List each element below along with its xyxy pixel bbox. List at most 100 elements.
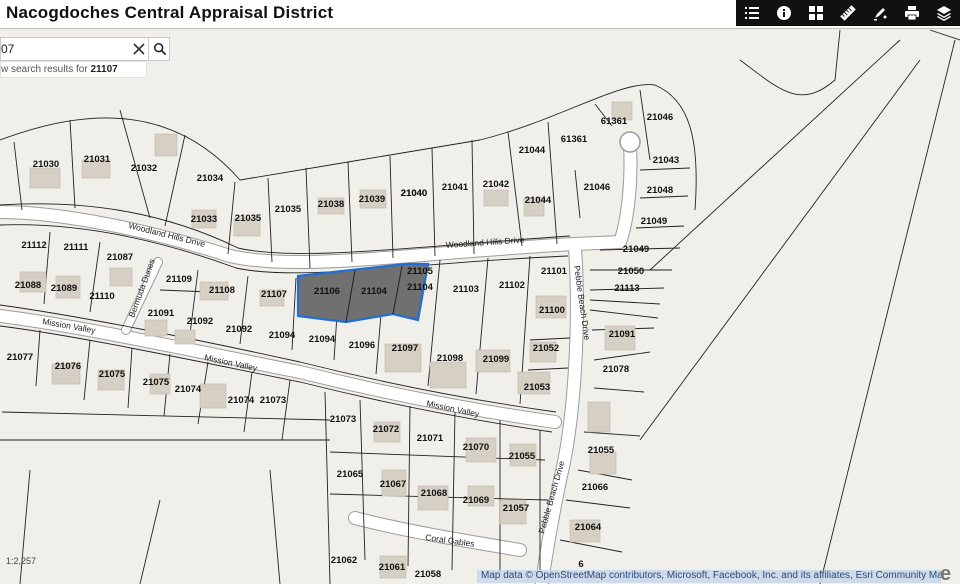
parcel-label: 21046 — [584, 182, 610, 193]
parcel-label: 21107 — [261, 289, 287, 300]
search-suggestion-prefix: w search results for — [1, 64, 91, 75]
clear-icon[interactable] — [131, 41, 147, 57]
print-icon[interactable] — [896, 0, 928, 26]
parcel-label: 21064 — [575, 522, 602, 533]
parcel-label: 21038 — [318, 199, 344, 210]
parcel-label: 21033 — [191, 214, 217, 225]
parcel-label: 21049 — [623, 244, 649, 255]
parcel-label: 21100 — [539, 305, 565, 316]
parcel-label: 61361 — [561, 134, 588, 145]
parcel-label: 21075 — [99, 369, 126, 380]
parcel-label: 21065 — [337, 469, 364, 480]
parcel-label: 21071 — [417, 433, 444, 444]
parcel-label: 21049 — [641, 216, 667, 227]
parcel-label: 21094 — [269, 330, 296, 341]
search-icon — [153, 42, 167, 56]
parcel-label: 21061 — [379, 562, 406, 573]
parcel-label: 21050 — [618, 266, 644, 277]
parcel-label: 21058 — [415, 569, 441, 580]
app-title: Nacogdoches Central Appraisal District — [6, 3, 334, 22]
parcel-label: 21091 — [148, 308, 175, 319]
parcel-label: 21099 — [483, 354, 509, 365]
parcel-label: 21103 — [453, 284, 479, 295]
parcel-label: 21074 — [175, 384, 202, 395]
app-header: Nacogdoches Central Appraisal District — [0, 0, 960, 29]
parcel-label: 21108 — [209, 285, 235, 296]
map-view[interactable]: Woodland Hills Drive Woodland Hills Driv… — [0, 29, 960, 584]
info-icon[interactable] — [768, 0, 800, 26]
parcel-label: 21096 — [349, 340, 375, 351]
search-input[interactable] — [1, 38, 121, 60]
parcel-label: 21052 — [533, 343, 559, 354]
parcel-label: 21104 — [361, 286, 388, 297]
measure-ruler-icon[interactable] — [832, 0, 864, 26]
parcel-label: 21078 — [603, 364, 629, 375]
parcel-label: 21055 — [588, 445, 615, 456]
parcel-label: 21035 — [275, 204, 302, 215]
parcel-label: 21030 — [33, 159, 59, 170]
parcel-label: 21069 — [463, 495, 489, 506]
parcel-label: 21041 — [442, 182, 469, 193]
search-button[interactable] — [148, 38, 171, 60]
parcel-label: 21068 — [421, 488, 447, 499]
parcel-label: 21111 — [64, 242, 90, 253]
scale-readout: 1:2,257 — [6, 556, 37, 566]
parcel-label: 21104 — [407, 282, 434, 293]
parcel-label: 21073 — [260, 395, 286, 406]
esri-logo: e — [940, 563, 951, 584]
parcel-label: 21040 — [401, 188, 427, 199]
svg-text:e: e — [940, 563, 951, 584]
parcel-label: 21057 — [503, 503, 529, 514]
parcel-label: 21098 — [437, 353, 463, 364]
parcel-label: 21032 — [131, 163, 157, 174]
parcel-label: 21109 — [166, 274, 192, 285]
parcel-label: 21062 — [331, 555, 357, 566]
search-suggestion[interactable]: w search results for 21107 — [0, 61, 147, 78]
parcel-label: 21070 — [463, 442, 489, 453]
parcel-label: 21106 — [314, 286, 340, 297]
parcel-label: 21094 — [309, 334, 336, 345]
toolbar — [736, 0, 960, 26]
draw-tool-icon[interactable] — [864, 0, 896, 26]
parcel-label: 21043 — [653, 155, 679, 166]
parcel-label: 21092 — [226, 324, 252, 335]
parcel-label: 21046 — [647, 112, 673, 123]
parcel-label: 21067 — [380, 479, 406, 490]
parcel-label: 21102 — [499, 280, 525, 291]
parcel-label: 21088 — [15, 280, 41, 291]
parcel-label: 21075 — [143, 377, 170, 388]
parcel-label: 21055 — [509, 451, 536, 462]
parcel-label: 61361 — [601, 116, 628, 127]
grid-basemap-icon[interactable] — [800, 0, 832, 26]
parcel-label: 21044 — [525, 195, 552, 206]
parcel-label: 21053 — [524, 382, 550, 393]
parcel-label: 21112 — [21, 240, 46, 251]
parcel-label: 21076 — [55, 361, 81, 372]
search-suggestion-term: 21107 — [90, 64, 118, 75]
parcel-label: 21074 — [228, 395, 255, 406]
parcel-label: 21066 — [582, 482, 608, 493]
parcel-label: 21073 — [330, 414, 356, 425]
parcel-label: 21042 — [483, 179, 509, 190]
search-box — [0, 37, 170, 61]
map-attribution[interactable]: Map data © OpenStreetMap contributors, M… — [477, 570, 941, 583]
parcel-label: 21097 — [392, 343, 418, 354]
parcel-label: 21089 — [51, 283, 77, 294]
parcel-label: 21077 — [7, 352, 33, 363]
parcel-label: 21110 — [89, 291, 114, 302]
parcel-label: 21113 — [614, 283, 639, 294]
parcel-label: 21039 — [359, 194, 385, 205]
parcel-label: 21087 — [107, 252, 133, 263]
parcel-label: 21031 — [84, 154, 111, 165]
parcel-label: 21034 — [197, 173, 224, 184]
parcel-label: 21048 — [647, 185, 673, 196]
parcel-label: 21035 — [235, 213, 262, 224]
parcel-label: 21101 — [541, 266, 568, 277]
parcel-label: 21105 — [407, 266, 434, 277]
parcel-label: 21072 — [373, 424, 399, 435]
parcel-label: 21044 — [519, 145, 546, 156]
layers-icon[interactable] — [928, 0, 960, 26]
parcel-label: 21091 — [609, 329, 636, 340]
parcel-label: 6 — [578, 559, 583, 570]
legend-list-icon[interactable] — [736, 0, 768, 26]
